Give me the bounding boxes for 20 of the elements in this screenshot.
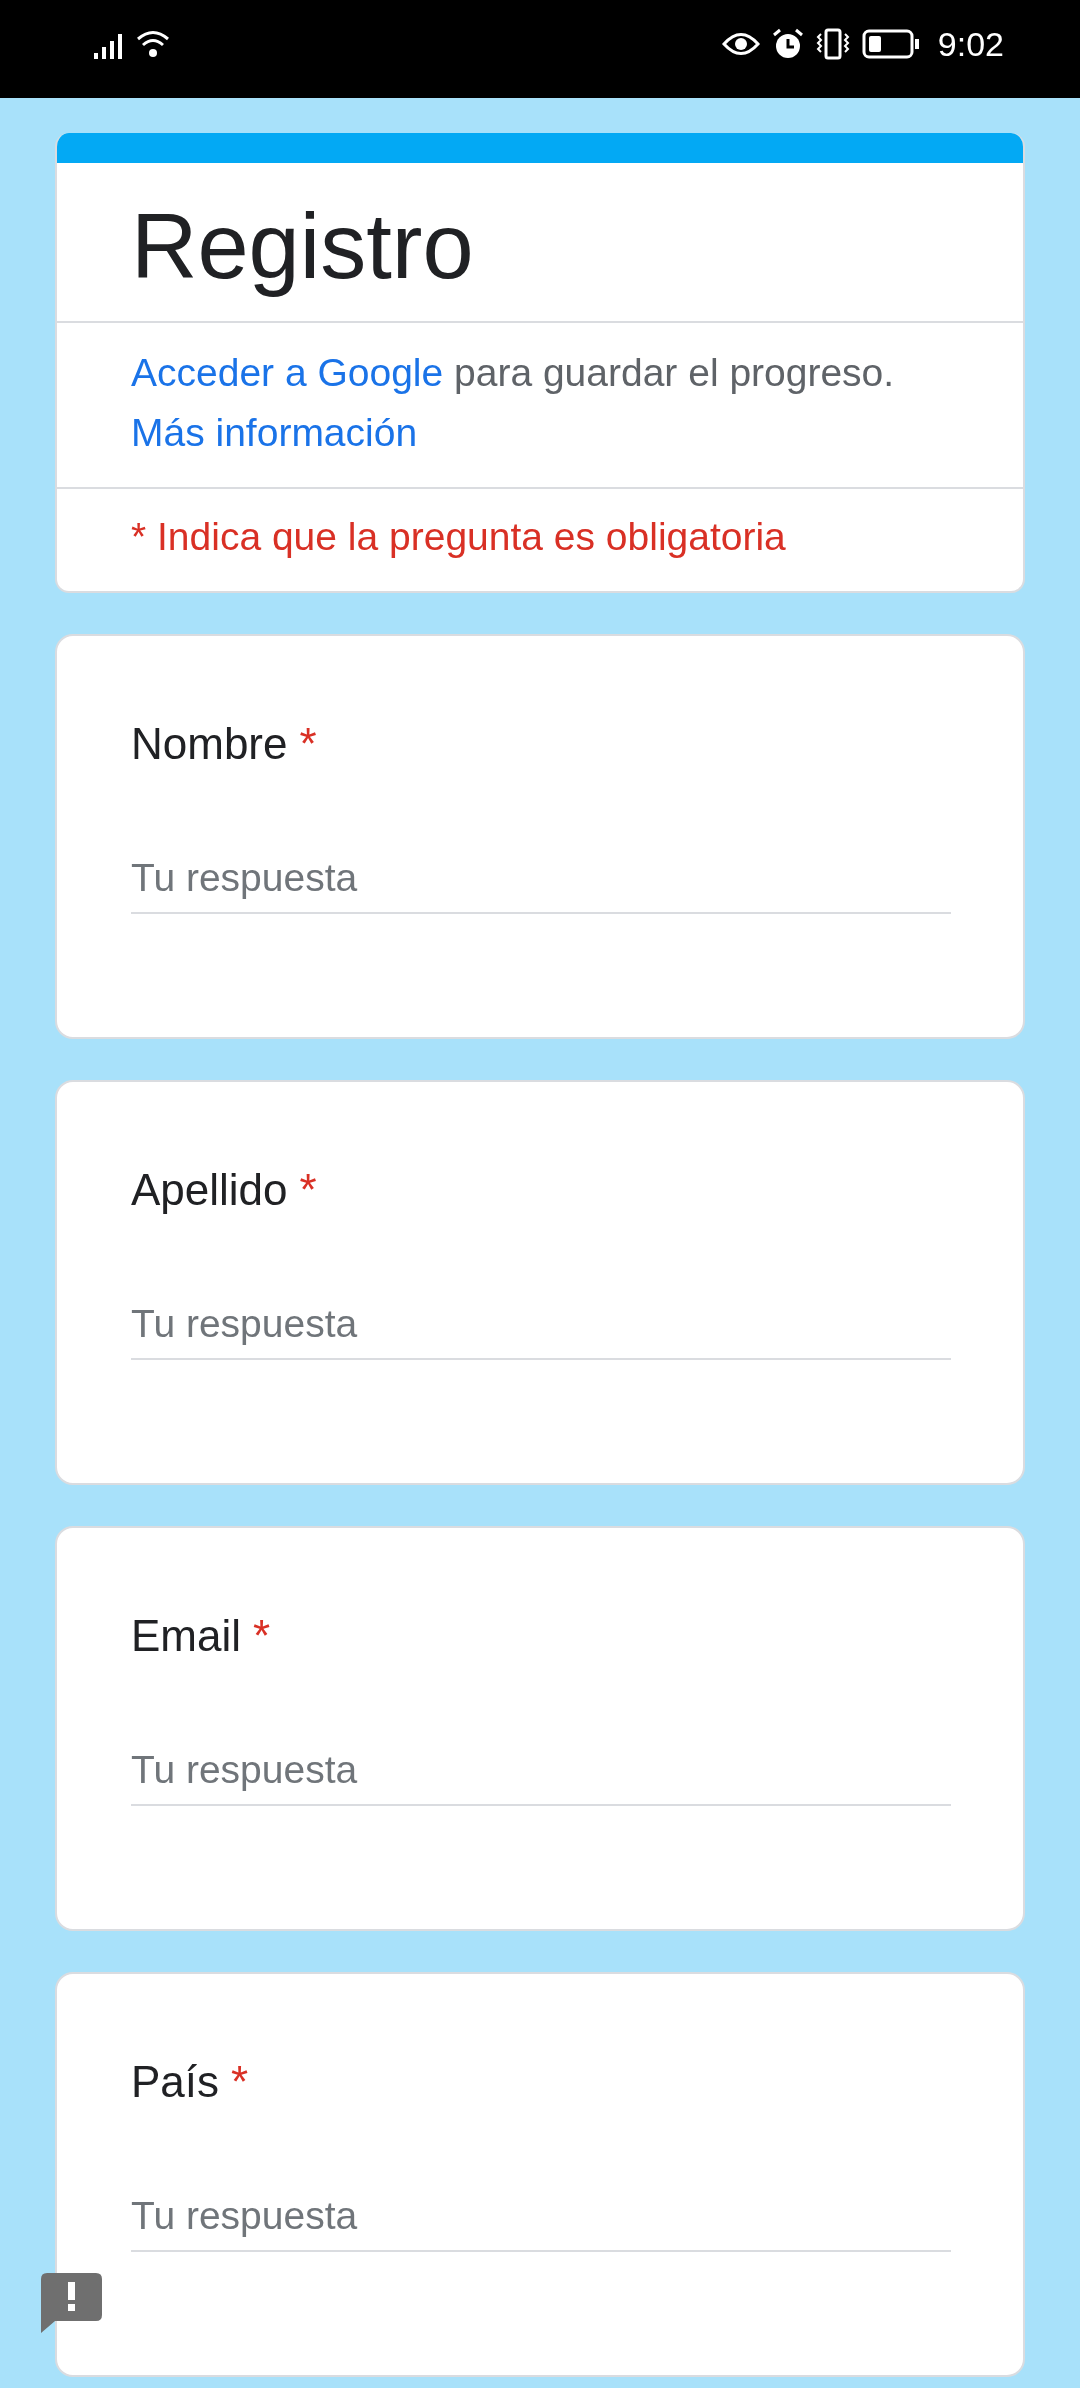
status-time: 9:02 <box>937 24 1004 64</box>
vibrate-icon <box>815 28 850 60</box>
eye-icon <box>721 31 760 57</box>
answer-field[interactable]: Tu respuesta <box>131 1302 951 1361</box>
required-note: * Indica que la pregunta es obligatoria <box>57 487 1023 592</box>
more-info-link[interactable]: Más información <box>131 411 418 455</box>
form-title: Registro <box>130 194 475 299</box>
wifi-icon <box>136 29 170 59</box>
sign-in-note: Acceder a Google para guardar el progreso. Más información <box>131 350 896 457</box>
question-label: Email * <box>131 1610 272 1663</box>
sign-in-link[interactable]: Acceder a Google <box>131 351 444 395</box>
question-label: Nombre * <box>131 718 318 771</box>
question-label: País * <box>131 2056 250 2109</box>
question-label: Apellido * <box>131 1164 318 1217</box>
answer-field[interactable]: Tu respuesta <box>131 1748 951 1807</box>
answer-field[interactable]: Tu respuesta <box>131 856 951 915</box>
feedback-icon[interactable] <box>41 2273 102 2335</box>
battery-icon <box>861 29 920 59</box>
alarm-icon <box>771 28 804 60</box>
answer-field[interactable]: Tu respuesta <box>131 2194 951 2253</box>
